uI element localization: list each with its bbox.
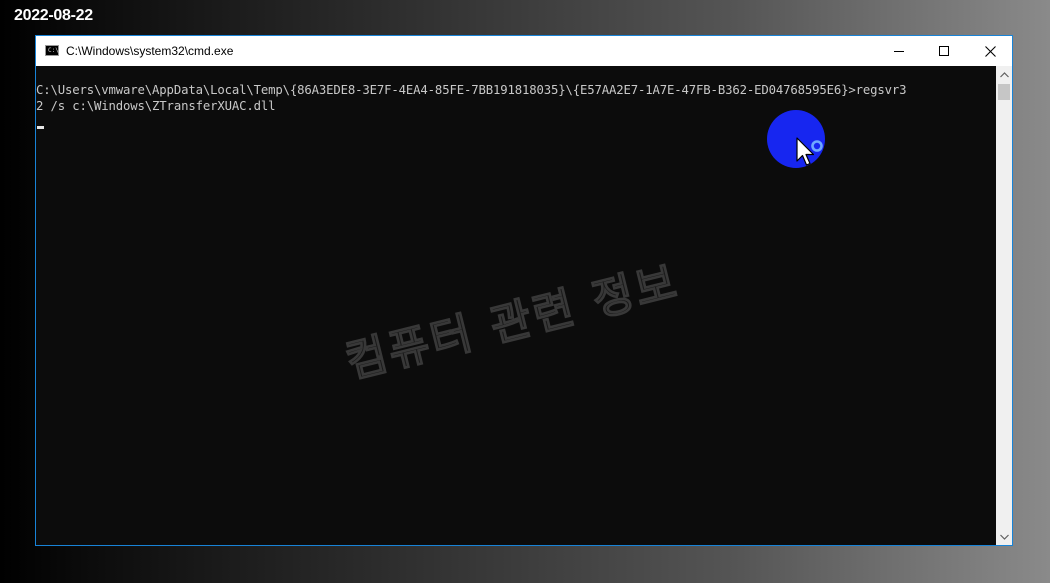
scroll-up-button[interactable] (996, 66, 1012, 83)
scroll-down-button[interactable] (996, 528, 1012, 545)
minimize-icon (894, 51, 904, 52)
close-button[interactable] (967, 36, 1013, 66)
close-icon (984, 45, 996, 57)
title-bar[interactable]: C:\ C:\Windows\system32\cmd.exe (36, 36, 1012, 66)
chevron-up-icon (999, 71, 1009, 77)
watermark-text: 컴퓨터 관련 정보 (340, 256, 685, 389)
cmd-icon-glyph: C:\ (48, 47, 59, 54)
vertical-scrollbar[interactable] (996, 66, 1012, 545)
window-title: C:\Windows\system32\cmd.exe (66, 44, 234, 58)
console-line-command-continued: 2 /s c:\Windows\ZTransferXUAC.dll (36, 99, 276, 113)
cmd-icon[interactable]: C:\ (45, 45, 59, 56)
maximize-icon (939, 46, 949, 56)
maximize-button[interactable] (921, 36, 967, 66)
chevron-down-icon (999, 534, 1009, 540)
console-line-command: C:\Users\vmware\AppData\Local\Temp\{86A3… (36, 83, 907, 97)
scroll-thumb[interactable] (998, 84, 1010, 100)
mouse-pointer-busy-icon (796, 137, 823, 166)
cmd-window[interactable]: C:\ C:\Windows\system32\cmd.exe C:\Users… (35, 35, 1013, 546)
console-output[interactable]: C:\Users\vmware\AppData\Local\Temp\{86A3… (36, 66, 996, 545)
text-cursor (37, 126, 44, 129)
date-overlay: 2022-08-22 (14, 7, 93, 24)
minimize-button[interactable] (876, 36, 922, 66)
